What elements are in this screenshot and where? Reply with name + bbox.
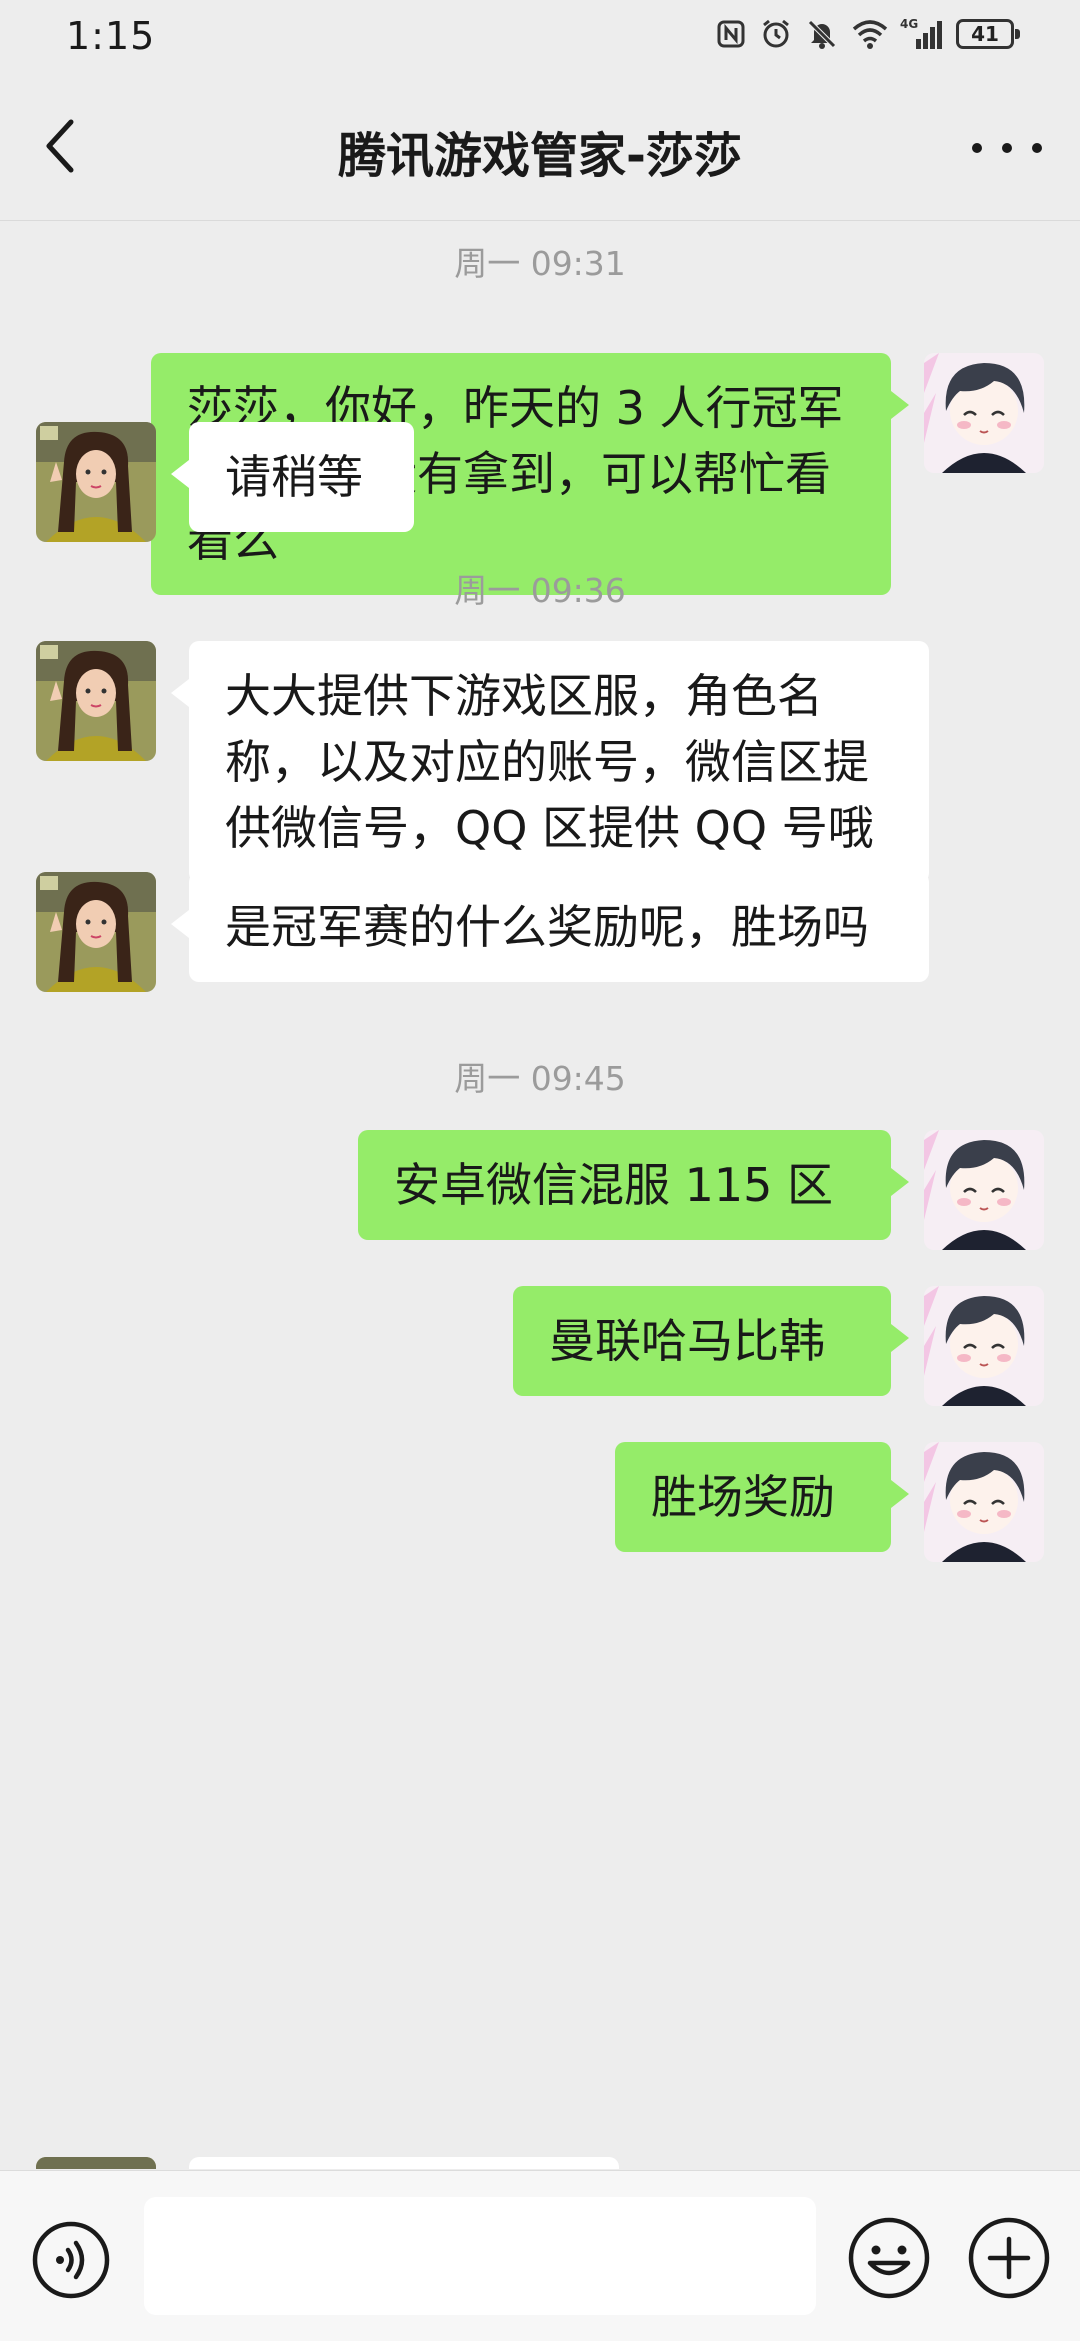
battery-icon: 41 [956, 19, 1020, 49]
voice-button[interactable] [30, 2219, 112, 2301]
timestamp: 周一 09:45 [454, 1059, 626, 1098]
plus-button[interactable] [966, 2215, 1052, 2301]
contact-avatar[interactable] [36, 872, 156, 992]
message-input[interactable] [144, 2197, 816, 2315]
nfc-icon [716, 19, 746, 49]
contact-avatar[interactable] [36, 2157, 156, 2169]
battery-level: 41 [971, 22, 999, 46]
voice-icon [30, 2221, 112, 2305]
network-type: 4G [900, 17, 919, 31]
message-list[interactable]: 周一 09:31 莎莎，你好，昨天的 3 人行冠军赛的奖励没有拿到，可以帮忙看看… [0, 221, 1080, 2169]
more-dots-icon [972, 143, 982, 153]
status-time: 1:15 [66, 14, 156, 58]
received-message-bubble[interactable]: 大大提供下游戏区服，角色名称，以及对应的账号，微信区提供微信号，QQ 区提供 Q… [171, 641, 929, 883]
received-message-bubble[interactable]: 请稍等 [171, 422, 414, 532]
emoji-icon [846, 2217, 932, 2305]
timestamp: 周一 09:36 [454, 571, 626, 610]
my-avatar[interactable] [924, 1442, 1044, 1562]
chat-header: 腾讯游戏管家-莎莎 [0, 76, 1080, 221]
wifi-icon [852, 19, 888, 49]
emoji-button[interactable] [846, 2215, 932, 2301]
my-avatar[interactable] [924, 1130, 1044, 1250]
my-avatar[interactable] [924, 353, 1044, 473]
sent-message-bubble[interactable]: 胜场奖励 [615, 1442, 909, 1552]
more-button[interactable] [972, 126, 1042, 170]
my-avatar[interactable] [924, 1286, 1044, 1406]
status-bar: 1:15 4G 41 [0, 0, 1080, 76]
contact-avatar[interactable] [36, 641, 156, 761]
status-icons: 4G 41 [716, 17, 1020, 50]
page-title: 腾讯游戏管家-莎莎 [338, 128, 742, 184]
timestamp: 周一 09:31 [454, 244, 626, 283]
plus-icon [966, 2217, 1052, 2305]
signal-icon: 4G [900, 17, 942, 49]
sent-message-bubble[interactable]: 安卓微信混服 115 区 [358, 1130, 909, 1240]
sent-message-bubble[interactable]: 曼联哈马比韩 [513, 1286, 909, 1396]
alarm-icon [760, 18, 792, 50]
contact-avatar[interactable] [36, 422, 156, 542]
input-bar [0, 2170, 1080, 2341]
mute-icon [806, 18, 838, 50]
received-message-bubble-partial[interactable] [189, 2157, 619, 2169]
received-message-bubble[interactable]: 是冠军赛的什么奖励呢，胜场吗 [171, 872, 929, 982]
